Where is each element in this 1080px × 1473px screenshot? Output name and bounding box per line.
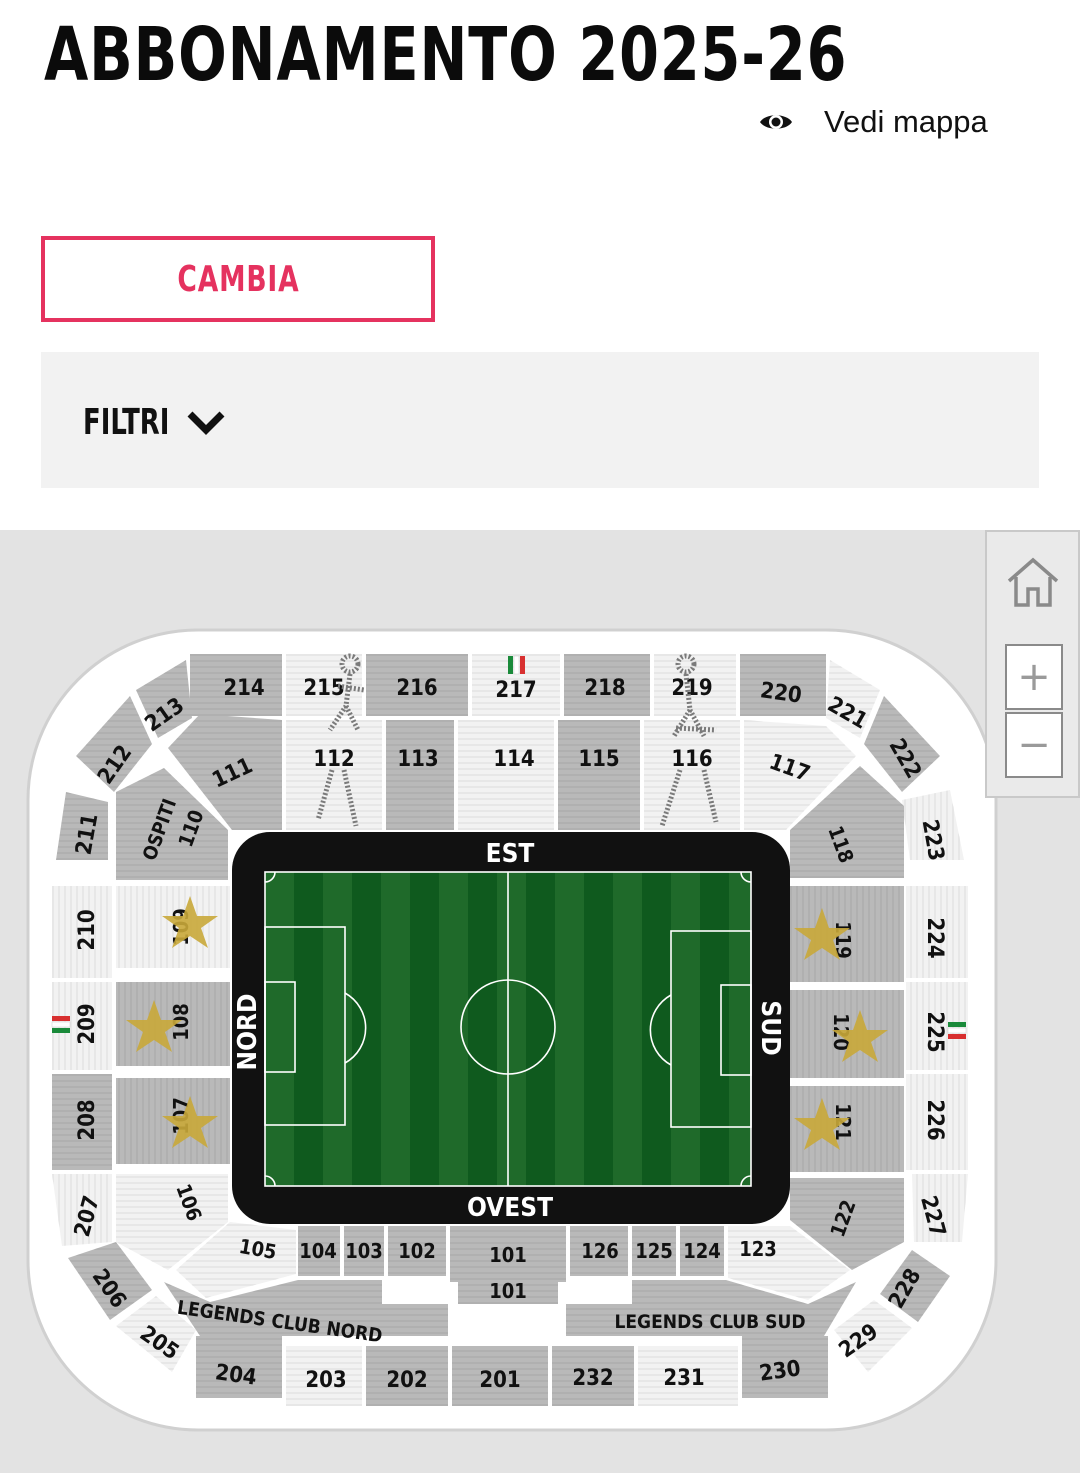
sector-226[interactable]: 226 bbox=[906, 1074, 968, 1170]
sector-104[interactable]: 104 bbox=[298, 1226, 340, 1276]
sector-216[interactable]: 216 bbox=[366, 654, 468, 716]
svg-text:103: 103 bbox=[345, 1239, 383, 1263]
svg-text:203: 203 bbox=[305, 1368, 346, 1393]
sector-202[interactable]: 202 bbox=[366, 1346, 448, 1406]
page-title: ABBONAMENTO 2025-26 bbox=[44, 12, 848, 98]
svg-text:219: 219 bbox=[671, 676, 712, 701]
sector-101[interactable]: 101 bbox=[450, 1226, 566, 1282]
svg-text:224: 224 bbox=[922, 917, 947, 958]
svg-text:112: 112 bbox=[313, 747, 354, 772]
flag-icon bbox=[947, 1022, 967, 1039]
svg-text:126: 126 bbox=[581, 1239, 619, 1263]
sector-126[interactable]: 126 bbox=[570, 1226, 628, 1276]
sector-116[interactable]: 116 bbox=[644, 720, 740, 830]
svg-text:209: 209 bbox=[75, 1003, 100, 1044]
sector-124[interactable]: 124 bbox=[680, 1226, 724, 1276]
sector-102[interactable]: 102 bbox=[388, 1226, 446, 1276]
flag-icon bbox=[508, 655, 525, 675]
map-controls: + − bbox=[985, 530, 1080, 798]
svg-text:123: 123 bbox=[739, 1237, 777, 1261]
sector-220[interactable]: 220 bbox=[740, 654, 826, 716]
svg-text:101: 101 bbox=[489, 1279, 527, 1303]
sector-215[interactable]: 215 bbox=[286, 654, 362, 716]
svg-text:116: 116 bbox=[671, 747, 712, 772]
view-map-label: Vedi mappa bbox=[824, 104, 988, 139]
side-label-sud: SUD bbox=[755, 1000, 785, 1055]
home-icon bbox=[1007, 557, 1059, 607]
svg-text:202: 202 bbox=[386, 1368, 427, 1393]
svg-text:225: 225 bbox=[922, 1011, 947, 1052]
sector-204[interactable]: 204 bbox=[196, 1336, 282, 1398]
svg-text:218: 218 bbox=[584, 676, 625, 701]
sector-208[interactable]: 208 bbox=[52, 1074, 112, 1170]
zoom-in-button[interactable]: + bbox=[1005, 644, 1063, 710]
stadium-map-area[interactable]: 214 215 216 217 218 219 220 221 222 213 … bbox=[0, 530, 1080, 1473]
side-label-nord: NORD bbox=[233, 994, 263, 1071]
sector-125[interactable]: 125 bbox=[632, 1226, 676, 1276]
change-button-label: CAMBIA bbox=[176, 258, 300, 300]
sector-218[interactable]: 218 bbox=[564, 654, 650, 716]
chevron-down-icon bbox=[187, 411, 225, 435]
sector-203[interactable]: 203 bbox=[286, 1346, 362, 1406]
svg-text:101: 101 bbox=[489, 1243, 527, 1267]
svg-text:226: 226 bbox=[922, 1099, 947, 1140]
svg-text:216: 216 bbox=[396, 676, 437, 701]
eye-icon bbox=[760, 115, 792, 129]
filters-label: FILTRI bbox=[83, 402, 170, 443]
sector-227[interactable]: 227 bbox=[912, 1174, 968, 1242]
svg-text:LEGENDS CLUB SUD: LEGENDS CLUB SUD bbox=[614, 1311, 805, 1333]
stadium-map[interactable]: 214 215 216 217 218 219 220 221 222 213 … bbox=[0, 530, 1080, 1473]
svg-text:114: 114 bbox=[493, 747, 534, 772]
sector-121[interactable]: 121 bbox=[790, 1086, 904, 1172]
sector-230[interactable]: 230 bbox=[742, 1336, 828, 1398]
sector-207[interactable]: 207 bbox=[52, 1174, 112, 1246]
svg-text:214: 214 bbox=[223, 676, 264, 701]
svg-text:232: 232 bbox=[572, 1366, 613, 1391]
svg-text:104: 104 bbox=[299, 1239, 337, 1263]
svg-text:115: 115 bbox=[578, 747, 619, 772]
flag-icon bbox=[51, 1016, 71, 1033]
svg-text:210: 210 bbox=[75, 909, 100, 950]
view-map-button[interactable]: Vedi mappa bbox=[758, 104, 988, 140]
change-button[interactable]: CAMBIA bbox=[41, 236, 435, 322]
sector-103[interactable]: 103 bbox=[344, 1226, 384, 1276]
filters-toggle[interactable]: FILTRI bbox=[83, 402, 227, 443]
zoom-out-button[interactable]: − bbox=[1005, 712, 1063, 778]
svg-text:125: 125 bbox=[635, 1239, 673, 1263]
side-label-est: EST bbox=[486, 839, 535, 869]
sector-115[interactable]: 115 bbox=[558, 720, 640, 830]
svg-text:208: 208 bbox=[75, 1099, 100, 1140]
home-button[interactable] bbox=[1003, 552, 1063, 612]
sector-114[interactable]: 114 bbox=[458, 720, 554, 830]
sector-210[interactable]: 210 bbox=[52, 886, 112, 978]
sector-113[interactable]: 113 bbox=[386, 720, 454, 830]
sector-224[interactable]: 224 bbox=[906, 886, 968, 978]
sector-232[interactable]: 232 bbox=[552, 1346, 634, 1406]
sector-109[interactable]: 109 bbox=[116, 886, 230, 968]
svg-text:201: 201 bbox=[479, 1368, 520, 1393]
sector-201[interactable]: 201 bbox=[452, 1346, 548, 1406]
svg-text:113: 113 bbox=[397, 747, 438, 772]
svg-text:231: 231 bbox=[663, 1366, 704, 1391]
svg-text:102: 102 bbox=[398, 1239, 436, 1263]
filters-panel: FILTRI bbox=[41, 352, 1039, 488]
sector-214[interactable]: 214 bbox=[190, 654, 282, 716]
sector-112[interactable]: 112 bbox=[286, 720, 382, 830]
side-label-ovest: OVEST bbox=[467, 1193, 553, 1223]
sector-101-lower[interactable]: 101 bbox=[458, 1278, 558, 1304]
svg-text:217: 217 bbox=[495, 678, 536, 703]
sector-231[interactable]: 231 bbox=[638, 1346, 738, 1406]
svg-text:124: 124 bbox=[683, 1239, 721, 1263]
